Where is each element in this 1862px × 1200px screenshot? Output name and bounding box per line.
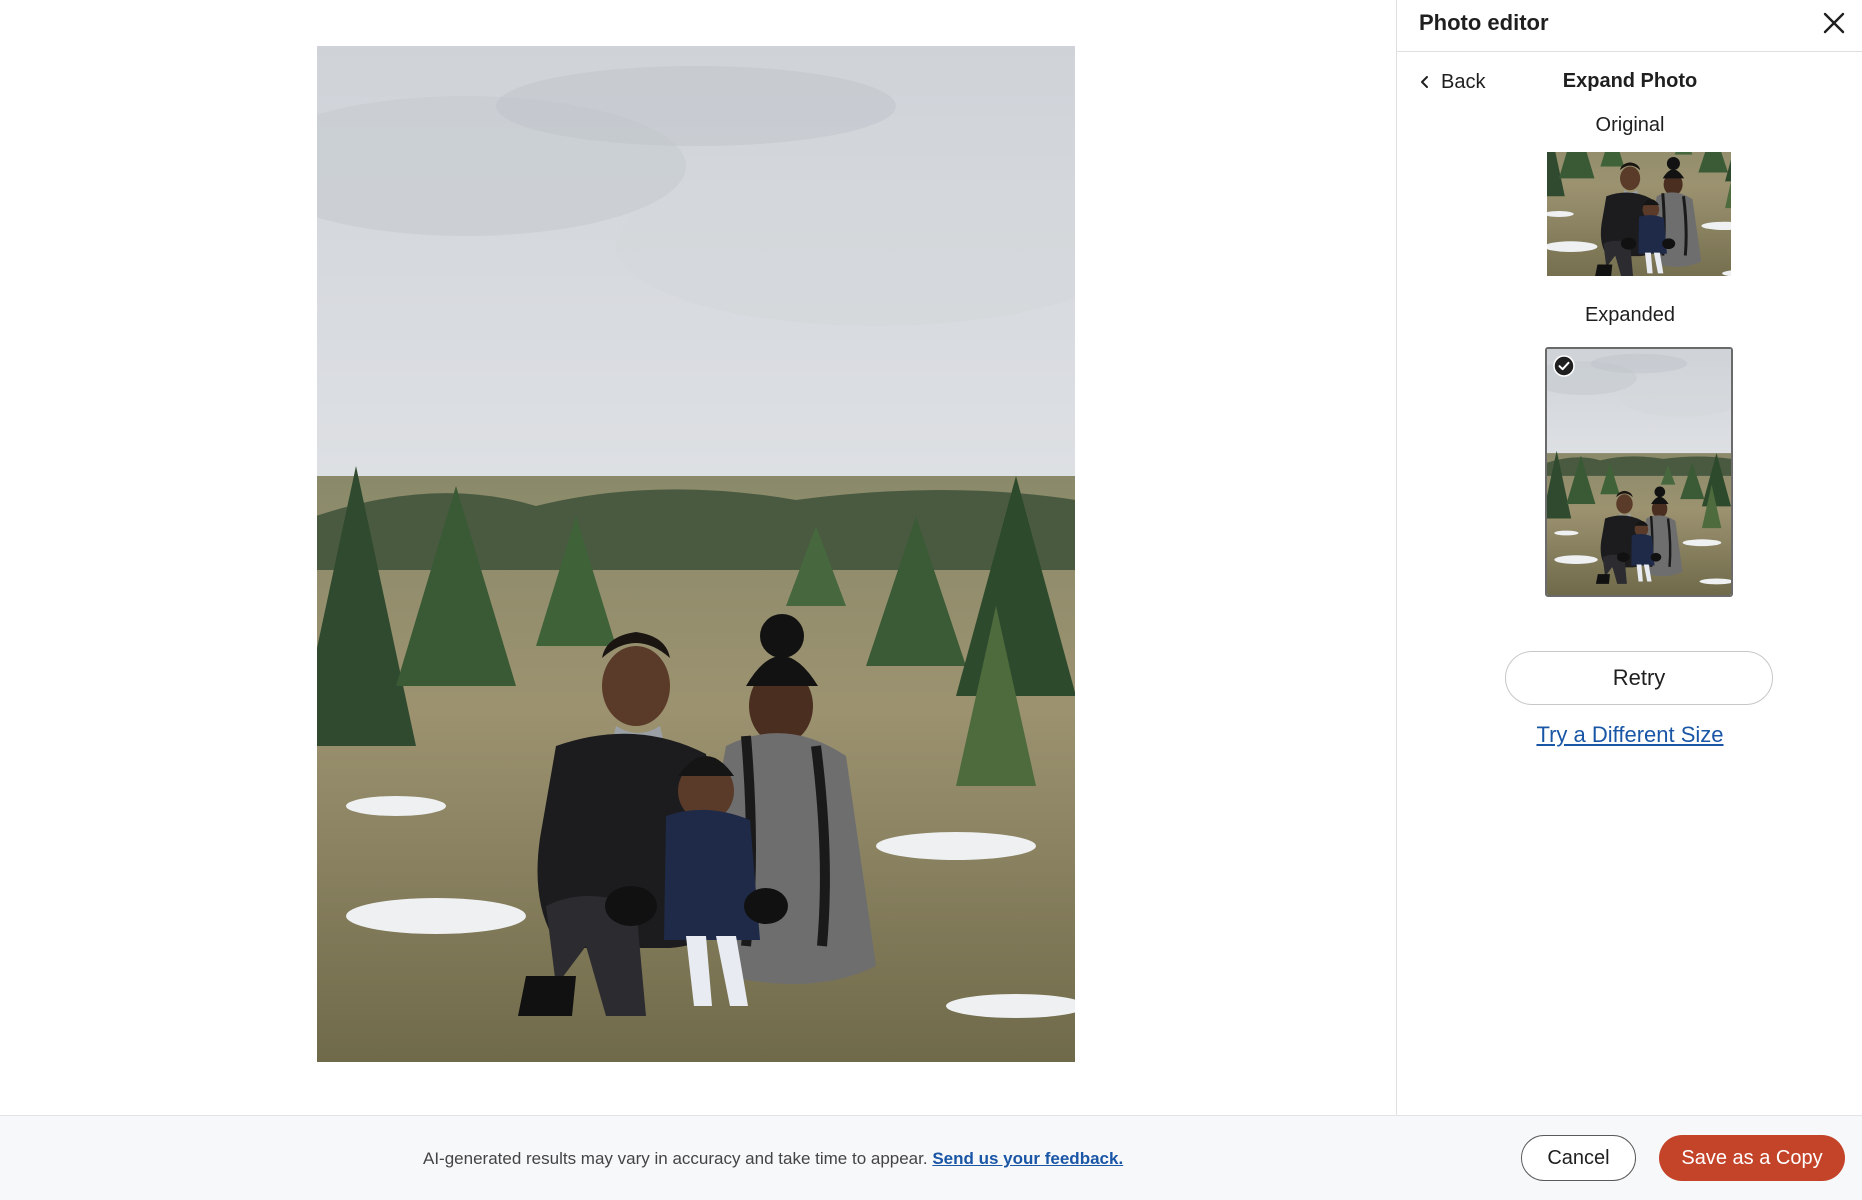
original-thumbnail [1547,152,1731,276]
footer-bar: AI-generated results may vary in accurac… [0,1115,1862,1200]
disclaimer-text: AI-generated results may vary in accurac… [423,1149,928,1168]
photo-canvas [0,0,1396,1115]
feedback-link[interactable]: Send us your feedback. [932,1149,1123,1168]
checkmark-circle-icon [1553,355,1575,377]
ai-disclaimer: AI-generated results may vary in accurac… [423,1149,1123,1169]
cancel-button[interactable]: Cancel [1521,1135,1636,1181]
panel-subtitle: Expand Photo [1562,70,1698,92]
original-label: Original [1595,114,1665,136]
panel-header: Photo editor [1397,0,1862,52]
main-photo [317,46,1075,1062]
save-as-copy-button[interactable]: Save as a Copy [1659,1135,1845,1181]
expanded-thumbnail-image [1547,349,1731,595]
expanded-thumbnail[interactable] [1545,347,1733,597]
try-different-size-link[interactable]: Try a Different Size [1397,722,1862,748]
panel-title: Photo editor [1419,10,1549,35]
retry-button[interactable]: Retry [1505,651,1773,705]
close-icon[interactable] [1819,8,1849,38]
photo-editor-panel: Photo editor Back Expand Photo Original … [1396,0,1862,1115]
expanded-label: Expanded [1584,304,1676,326]
